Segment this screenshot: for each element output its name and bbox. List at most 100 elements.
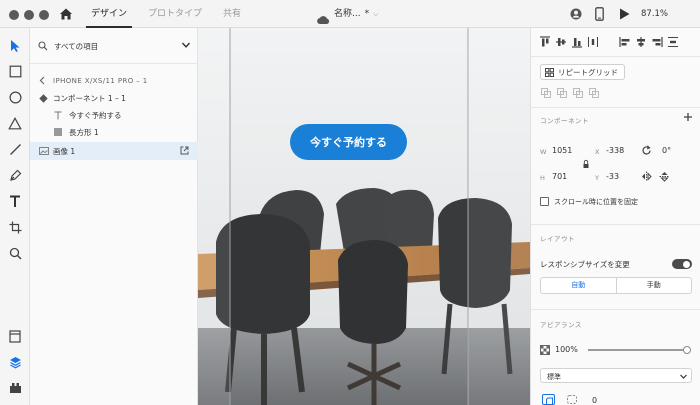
chevron-down-icon[interactable] (181, 40, 191, 50)
align-right-icon[interactable] (651, 36, 663, 48)
layer-item[interactable]: 長方形 1 (30, 124, 198, 141)
width-field[interactable]: 1051 (552, 146, 572, 155)
close-window-button[interactable] (9, 10, 19, 20)
play-preview-icon[interactable] (619, 8, 630, 20)
zoom-level[interactable]: 87.1% (641, 0, 668, 28)
office-photo (198, 28, 530, 405)
artboard-name: IPHONE X/XS/11 PRO – 1 (53, 76, 148, 85)
document-assets-icon[interactable] (7, 328, 23, 344)
tab-prototype[interactable]: プロトタイプ (143, 0, 207, 28)
select-tool-icon[interactable] (7, 38, 23, 54)
chevron-down-icon (679, 372, 688, 381)
design-canvas[interactable]: 今すぐ予約する (198, 28, 530, 405)
layers-panel: すべての項目 IPHONE X/XS/11 PRO – 1 コンポーネント 1 … (30, 28, 198, 405)
divider (531, 56, 700, 57)
align-middle-icon[interactable] (555, 36, 567, 48)
tab-share[interactable]: 共有 (218, 0, 246, 28)
line-tool-icon[interactable] (7, 141, 23, 157)
auto-segment[interactable]: 自動 (541, 278, 617, 293)
layer-item[interactable]: 今すぐ予約する (30, 107, 198, 124)
align-left-icon[interactable] (619, 36, 631, 48)
boolean-subtract-icon[interactable] (557, 88, 567, 98)
boolean-exclude-icon[interactable] (589, 88, 599, 98)
ellipse-tool-icon[interactable] (7, 89, 23, 105)
book-now-button[interactable]: 今すぐ予約する (290, 124, 407, 160)
layer-item[interactable]: コンポーネント 1 – 1 (30, 90, 198, 107)
blend-mode-select[interactable]: 標準 (540, 368, 692, 383)
layer-filter-row: すべての項目 (30, 28, 198, 64)
chevron-down-icon: ⌵ (373, 10, 379, 18)
minimize-window-button[interactable] (24, 10, 34, 20)
tab-design[interactable]: デザイン (86, 0, 133, 28)
corner-radius-value[interactable]: 0 (592, 396, 597, 405)
opacity-slider-handle[interactable] (683, 346, 691, 354)
corner-uniform-button[interactable] (542, 394, 555, 405)
height-field[interactable]: 701 (552, 172, 567, 181)
distribute-horizontal-icon[interactable] (587, 36, 599, 48)
resize-mode-segmented: 自動 手動 (540, 277, 692, 294)
y-label: Y (595, 174, 599, 182)
plugins-icon[interactable] (7, 380, 23, 396)
tools-toolbar (0, 28, 30, 405)
rectangle-tool-icon[interactable] (7, 63, 23, 79)
x-field[interactable]: -338 (606, 146, 624, 155)
boolean-add-icon[interactable] (541, 88, 551, 98)
boolean-intersect-icon[interactable] (573, 88, 583, 98)
home-icon[interactable] (59, 7, 73, 21)
artboard-tool-icon[interactable] (7, 219, 23, 235)
divider (531, 224, 700, 225)
responsive-resize-label: レスポンシブサイズを変更 (540, 260, 630, 269)
height-label: H (540, 174, 545, 182)
text-tool-icon[interactable] (7, 193, 23, 209)
distribute-vertical-icon[interactable] (667, 36, 679, 48)
opacity-slider-track[interactable] (588, 349, 687, 351)
responsive-resize-toggle[interactable] (672, 259, 692, 269)
document-title[interactable]: 名称... * ⌵ (316, 0, 378, 28)
opacity-value[interactable]: 100% (555, 345, 578, 354)
polygon-tool-icon[interactable] (7, 115, 23, 131)
grid-icon (545, 67, 554, 77)
layer-breadcrumb[interactable]: IPHONE X/XS/11 PRO – 1 (30, 72, 198, 89)
cloud-icon (316, 9, 330, 24)
flip-vertical-icon[interactable] (659, 171, 670, 182)
modified-marker: * (364, 9, 370, 19)
external-link-icon[interactable] (180, 146, 189, 155)
pen-tool-icon[interactable] (7, 167, 23, 183)
layer-label: 今すぐ予約する (69, 111, 122, 120)
manual-segment[interactable]: 手動 (617, 278, 692, 293)
device-preview-icon[interactable] (595, 7, 604, 21)
component-section-title: コンポーネント (540, 117, 589, 125)
property-inspector: リピートグリッド コンポーネント W 1051 X -338 0° H 701 … (530, 28, 700, 405)
layer-label: 画像 1 (53, 146, 76, 156)
align-bottom-icon[interactable] (571, 36, 583, 48)
toggle-knob (683, 260, 690, 268)
zoom-tool-icon[interactable] (7, 245, 23, 261)
user-avatar-icon[interactable] (570, 8, 582, 20)
layer-item-selected[interactable]: 画像 1 (30, 142, 198, 160)
mode-tabs: デザイン プロトタイプ 共有 (86, 0, 257, 28)
corner-individual-button[interactable] (566, 394, 578, 405)
rotate-icon (641, 145, 652, 156)
title-bar: デザイン プロトタイプ 共有 名称... * ⌵ 87.1% (0, 0, 700, 28)
appearance-section-title: アピアランス (540, 321, 582, 329)
y-field[interactable]: -33 (606, 172, 619, 181)
align-top-icon[interactable] (539, 36, 551, 48)
repeat-grid-button[interactable]: リピートグリッド (540, 64, 625, 80)
layer-filter-label[interactable]: すべての項目 (54, 41, 98, 52)
divider (531, 309, 700, 310)
layer-label: 長方形 1 (69, 128, 99, 137)
zoom-window-button[interactable] (39, 10, 49, 20)
divider (531, 107, 700, 108)
plus-icon[interactable] (683, 112, 693, 122)
lock-aspect-icon[interactable] (583, 159, 589, 169)
rotation-field[interactable]: 0° (662, 146, 671, 155)
image-layer-icon (39, 147, 49, 155)
fix-position-label: スクロール時に位置を固定 (554, 198, 638, 206)
width-label: W (540, 148, 547, 156)
fix-position-checkbox[interactable] (540, 197, 549, 206)
blend-mode-value: 標準 (547, 373, 561, 381)
layers-icon[interactable] (7, 354, 23, 370)
flip-horizontal-icon[interactable] (641, 171, 652, 182)
repeat-grid-label: リピートグリッド (558, 67, 618, 77)
align-center-icon[interactable] (635, 36, 647, 48)
